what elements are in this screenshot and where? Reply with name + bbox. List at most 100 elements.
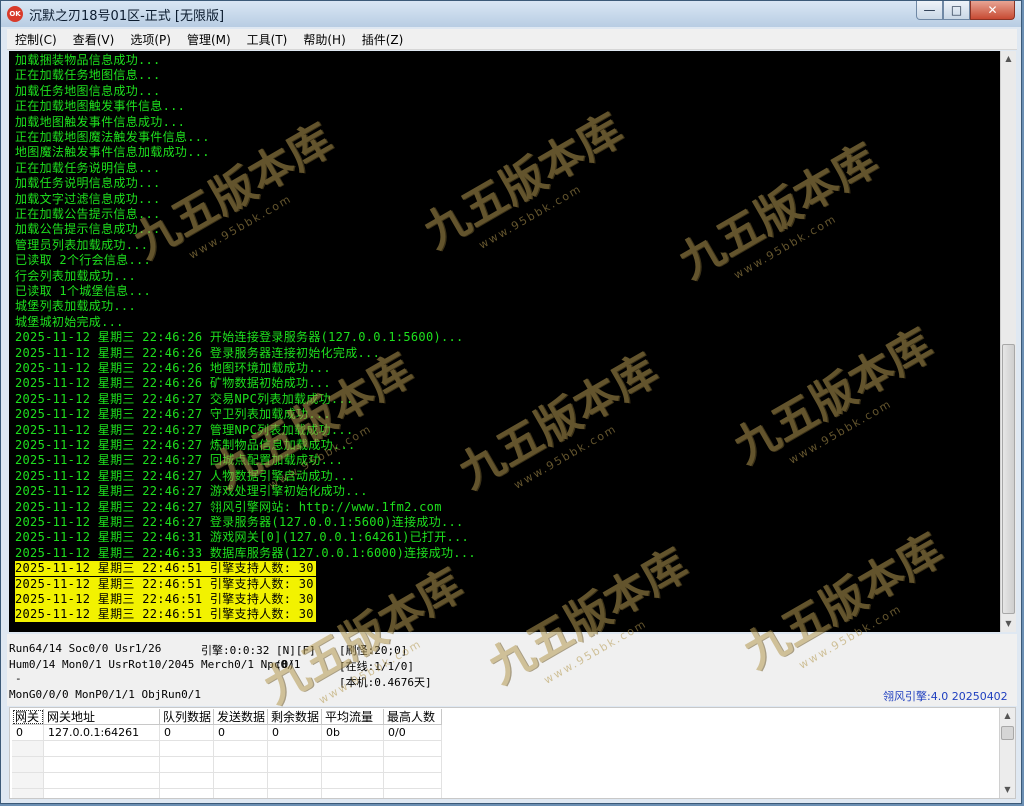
log-line: 2025-11-12 星期三 22:46:27 登录服务器(127.0.0.1:… — [15, 515, 464, 529]
table-cell-empty[interactable] — [160, 757, 214, 773]
table-scrollbar[interactable]: ▲ ▼ — [999, 708, 1015, 798]
log-line: 加载任务说明信息成功... — [15, 176, 161, 191]
minimize-button[interactable]: — — [916, 1, 943, 20]
log-console[interactable]: 加载捆装物品信息成功... 正在加载任务地图信息... 加载任务地图信息成功... 正… — [9, 51, 1000, 632]
log-line: 2025-11-12 星期三 22:46:27 守卫列表加载成功... — [15, 407, 331, 422]
col-header-remaining[interactable]: 剩余数据 — [268, 709, 322, 725]
status-hum: Hum0/14 Mon0/1 UsrRot10/2045 Merch0/1 Np… — [9, 658, 301, 671]
log-line: 已读取 1个城堡信息... — [15, 284, 152, 298]
table-cell-empty[interactable] — [322, 773, 384, 789]
log-line: 已读取 2个行会信息... — [15, 253, 152, 268]
log-line: 2025-11-12 星期三 22:46:27 炼制物品信息加载成功... — [15, 438, 356, 452]
table-cell-empty[interactable] — [160, 773, 214, 789]
col-header-queue[interactable]: 队列数据 — [160, 709, 214, 725]
table-cell-empty[interactable] — [160, 741, 214, 757]
table-cell-empty[interactable] — [268, 757, 322, 773]
table-scroll-down-arrow-icon[interactable]: ▼ — [1000, 782, 1015, 798]
log-line: 正在加载地图触发事件信息... — [15, 99, 186, 114]
table-cell-empty[interactable] — [214, 757, 268, 773]
table-cell-empty[interactable] — [322, 757, 384, 773]
table-cell-empty[interactable] — [44, 789, 160, 798]
maximize-button[interactable]: □ — [943, 1, 970, 20]
title-bar[interactable]: OK 沉默之刃18号01区-正式 [无限版] — □ ✕ — [1, 1, 1021, 27]
log-line: 正在加载任务地图信息... — [15, 68, 161, 83]
table-cell-empty[interactable] — [322, 789, 384, 798]
log-line: 正在加载地图魔法触发事件信息... — [15, 130, 210, 144]
table-cell-empty[interactable] — [384, 741, 442, 757]
table-cell-empty[interactable] — [214, 773, 268, 789]
status-zero: (0) — [275, 658, 295, 671]
log-line: 加载捆装物品信息成功... — [15, 53, 161, 67]
table-cell-empty[interactable] — [12, 741, 44, 757]
menu-control[interactable]: 控制(C) — [7, 31, 65, 48]
log-line: 加载文字过滤信息成功... — [15, 191, 161, 206]
log-line: 2025-11-12 星期三 22:46:26 开始连接登录服务器(127.0.… — [15, 330, 464, 345]
table-cell-empty[interactable] — [12, 757, 44, 773]
menu-view[interactable]: 查看(V) — [65, 31, 123, 48]
menu-manage[interactable]: 管理(M) — [179, 31, 239, 48]
table-cell-empty[interactable] — [44, 741, 160, 757]
table-cell-empty[interactable] — [268, 741, 322, 757]
col-header-sent[interactable]: 发送数据 — [214, 709, 268, 725]
console-scrollbar[interactable]: ▲ ▼ — [1000, 51, 1016, 632]
log-line: 2025-11-12 星期三 22:46:31 游戏网关[0](127.0.0.… — [15, 530, 470, 545]
status-local: [本机:0.4676天] — [339, 676, 432, 689]
engine-version: 翎风引擎:4.0 20250402 — [883, 690, 1008, 703]
status-mon: MonG0/0/0 MonP0/1/1 ObjRun0/1 — [9, 688, 202, 701]
col-header-avg-traffic[interactable]: 平均流量 — [322, 709, 384, 725]
menu-plugins[interactable]: 插件(Z) — [354, 31, 412, 48]
table-cell-empty[interactable] — [214, 789, 268, 798]
table-cell-empty[interactable] — [12, 789, 44, 798]
table-cell[interactable]: 127.0.0.1:64261 — [44, 725, 160, 741]
scroll-up-arrow-icon[interactable]: ▲ — [1001, 51, 1016, 67]
table-cell[interactable]: 0 — [160, 725, 214, 741]
log-line: 2025-11-12 星期三 22:46:27 管理NPC列表加载成功... — [15, 422, 354, 437]
table-cell[interactable]: 0 — [12, 725, 44, 741]
menu-help[interactable]: 帮助(H) — [295, 31, 353, 48]
table-cell-empty[interactable] — [384, 789, 442, 798]
log-line: 行会列表加载成功... — [15, 268, 136, 283]
table-cell-empty[interactable] — [214, 741, 268, 757]
table-cell[interactable]: 0 — [268, 725, 322, 741]
col-header-address[interactable]: 网关地址 — [44, 709, 160, 725]
console-scroll-thumb[interactable] — [1002, 344, 1015, 614]
log-line: 2025-11-12 星期三 22:46:51 引擎支持人数: 30 — [15, 576, 316, 592]
scroll-down-arrow-icon[interactable]: ▼ — [1001, 616, 1016, 632]
status-panel: Run64/14 Soc0/0 Usr1/26 Hum0/14 Mon0/1 U… — [7, 634, 1017, 706]
log-line: 2025-11-12 星期三 22:46:51 引擎支持人数: 30 — [15, 561, 316, 577]
log-line: 2025-11-12 星期三 22:46:27 交易NPC列表加载成功... — [15, 391, 354, 406]
table-cell[interactable]: 0 — [214, 725, 268, 741]
table-cell-empty[interactable] — [160, 789, 214, 798]
log-line: 城堡城初始完成... — [15, 314, 124, 329]
table-cell[interactable]: 0/0 — [384, 725, 442, 741]
table-cell-empty[interactable] — [268, 789, 322, 798]
table-cell-empty[interactable] — [44, 757, 160, 773]
log-line: 加载地图触发事件信息成功... — [15, 114, 186, 129]
log-line: 2025-11-12 星期三 22:46:27 回城点配置加载成功... — [15, 453, 344, 468]
col-header-gateway[interactable]: 网关 — [12, 709, 44, 725]
table-scroll-up-arrow-icon[interactable]: ▲ — [1000, 708, 1015, 724]
col-header-max-users[interactable]: 最高人数 — [384, 709, 442, 725]
table-cell-empty[interactable] — [44, 773, 160, 789]
close-button[interactable]: ✕ — [970, 1, 1015, 20]
table-cell-empty[interactable] — [12, 773, 44, 789]
table-cell-empty[interactable] — [384, 757, 442, 773]
table-scroll-thumb[interactable] — [1001, 726, 1014, 740]
status-refresh: [刷怪:20;0] — [339, 644, 408, 657]
log-line: 管理员列表加载成功... — [15, 237, 149, 252]
menu-tools[interactable]: 工具(T) — [239, 31, 296, 48]
status-online: [在线:1/1/0] — [339, 660, 414, 673]
log-line: 正在加载公告提示信息... — [15, 207, 161, 221]
table-cell-empty[interactable] — [322, 741, 384, 757]
menu-options[interactable]: 选项(P) — [122, 31, 179, 48]
log-line: 2025-11-12 星期三 22:46:26 登录服务器连接初始化完成... — [15, 345, 381, 360]
log-line: 加载任务地图信息成功... — [15, 83, 161, 98]
table-cell-empty[interactable] — [384, 773, 442, 789]
main-window: OK 沉默之刃18号01区-正式 [无限版] — □ ✕ 控制(C) 查看(V)… — [0, 0, 1022, 804]
table-cell-empty[interactable] — [268, 773, 322, 789]
table-cell[interactable]: 0b — [322, 725, 384, 741]
log-line: 城堡列表加载成功... — [15, 299, 136, 314]
log-line: 2025-11-12 星期三 22:46:33 数据库服务器(127.0.0.1… — [15, 545, 476, 560]
log-line: 2025-11-12 星期三 22:46:27 游戏处理引擎初始化成功... — [15, 484, 368, 499]
window-title: 沉默之刃18号01区-正式 [无限版] — [29, 9, 225, 24]
